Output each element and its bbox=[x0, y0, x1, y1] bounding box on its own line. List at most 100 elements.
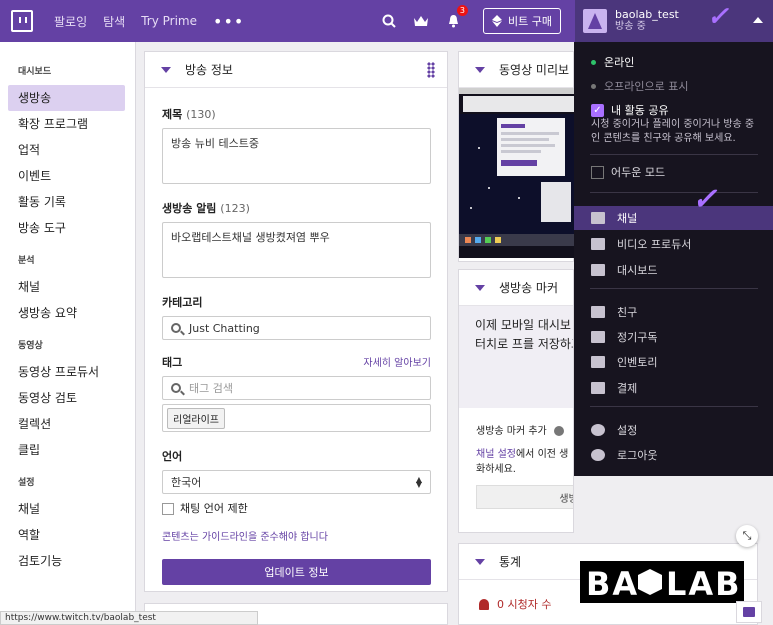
checkbox-checked-icon[interactable]: ✓ bbox=[591, 103, 604, 117]
status-offline[interactable]: 오프라인으로 표시 bbox=[591, 78, 688, 94]
menu-item-logout[interactable]: 로그아웃 bbox=[591, 447, 657, 463]
language-select[interactable]: 한국어 ▲ ▼ bbox=[162, 470, 431, 494]
search-icon[interactable] bbox=[373, 0, 405, 42]
sidebar-item-events[interactable]: 이벤트 bbox=[8, 163, 125, 189]
baolab-watermark-logo: BA LAB bbox=[580, 561, 744, 603]
crown-icon[interactable] bbox=[405, 0, 437, 42]
menu-item-video-producer[interactable]: 비디오 프로듀서 bbox=[591, 236, 691, 252]
sidebar-item-live[interactable]: 생방송 bbox=[8, 85, 125, 111]
caret-up-icon bbox=[753, 17, 763, 23]
status-online[interactable]: 온라인 bbox=[591, 54, 634, 70]
share-activity-toggle[interactable]: ✓ 내 활동 공유 bbox=[591, 102, 669, 118]
tag-search-input[interactable]: 태그 검색 bbox=[162, 376, 431, 400]
tags-label: 태그 bbox=[162, 356, 183, 369]
friends-icon bbox=[591, 306, 605, 318]
sidebar-item-clips[interactable]: 클립 bbox=[8, 437, 125, 463]
preview-header[interactable]: 동영상 미리보 bbox=[459, 52, 573, 88]
stream-info-title: 방송 정보 bbox=[185, 63, 233, 77]
sidebar-item-tools[interactable]: 방송 도구 bbox=[8, 215, 125, 241]
browser-status-url: https://www.twitch.tv/baolab_test bbox=[0, 611, 258, 625]
chat-toggle-button[interactable] bbox=[736, 601, 762, 623]
divider bbox=[590, 154, 758, 155]
channel-icon bbox=[591, 212, 605, 224]
drag-handle-icon[interactable] bbox=[427, 62, 435, 78]
user-dropdown-menu: 온라인 오프라인으로 표시 ✓ 내 활동 공유 시청 중이거나 플레이 중이거나 … bbox=[574, 42, 773, 476]
markers-header[interactable]: 생방송 마커 bbox=[459, 270, 573, 306]
viewer-person-icon bbox=[479, 598, 489, 610]
collapse-triangle-icon[interactable] bbox=[475, 558, 485, 565]
menu-item-inventory[interactable]: 인벤토리 bbox=[591, 354, 657, 370]
twitch-logo[interactable] bbox=[4, 0, 40, 42]
avatar bbox=[583, 9, 607, 33]
channel-settings-text: 에서 이전 생 bbox=[515, 449, 569, 460]
sidebar-item-extensions[interactable]: 확장 프로그램 bbox=[8, 111, 125, 137]
guideline-link[interactable]: 콘텐츠는 가이드라인을 준수해야 합니다 bbox=[162, 532, 328, 543]
get-bits-button[interactable]: 비트 구매 bbox=[483, 8, 561, 34]
sidebar-item-video-producer[interactable]: 동영상 프로듀서 bbox=[8, 359, 125, 385]
info-icon bbox=[553, 426, 564, 436]
sidebar-item-channel-analytics[interactable]: 채널 bbox=[8, 274, 125, 300]
menu-item-channel[interactable]: 채널 bbox=[591, 210, 637, 226]
channel-settings-link[interactable]: 채널 설정 bbox=[476, 449, 516, 460]
sidebar-item-collections[interactable]: 컬렉션 bbox=[8, 411, 125, 437]
title-field[interactable]: 방송 뉴비 테스트중 bbox=[162, 128, 431, 184]
more-icon[interactable]: ••• bbox=[213, 12, 244, 31]
menu-item-settings[interactable]: 설정 bbox=[591, 422, 637, 438]
tag-pill[interactable]: 리얼라이프 bbox=[167, 407, 225, 429]
expand-icon[interactable]: ⤡ bbox=[736, 525, 758, 547]
stats-title: 통계 bbox=[499, 555, 522, 569]
video-producer-icon bbox=[591, 238, 605, 250]
category-input[interactable]: Just Chatting bbox=[162, 316, 431, 340]
user-name: baolab_test bbox=[615, 8, 679, 21]
sidebar-item-activity[interactable]: 활동 기록 bbox=[8, 189, 125, 215]
gear-icon bbox=[591, 424, 605, 436]
stream-markers-card: 생방송 마커 이제 모바일 대시보 방송 마커를 이용할 다. 한 번의 터치로… bbox=[458, 269, 574, 533]
update-info-button[interactable]: 업데이트 정보 bbox=[162, 559, 431, 585]
top-nav: 팔로잉 탐색 Try Prime ••• 3 비트 구매 baolab_test… bbox=[0, 0, 773, 42]
disable-markers-button[interactable]: 생방송 마커 비활성화 bbox=[476, 485, 573, 509]
sidebar-item-achievements[interactable]: 업적 bbox=[8, 137, 125, 163]
language-value: 한국어 bbox=[171, 476, 202, 489]
chat-language-label: 채팅 언어 제한 bbox=[180, 502, 248, 515]
viewer-count: 0 시청자 수 bbox=[497, 598, 552, 611]
menu-item-dashboard[interactable]: 대시보드 bbox=[591, 262, 657, 278]
stream-info-header[interactable]: 방송 정보 bbox=[145, 52, 447, 88]
dark-mode-toggle[interactable]: 어두운 모드 bbox=[591, 164, 665, 180]
bits-label: 비트 구매 bbox=[508, 15, 552, 28]
nav-browse[interactable]: 탐색 bbox=[103, 13, 125, 30]
add-marker-label: 생방송 마커 추가 bbox=[476, 426, 547, 437]
checkbox-icon[interactable] bbox=[591, 165, 604, 179]
channel-settings-text-2: 화하세요. bbox=[476, 464, 516, 475]
share-activity-desc: 시청 중이거나 플레이 중이거나 방송 중인 콘텐츠를 친구와 공유해 보세요. bbox=[591, 119, 755, 144]
nav-following[interactable]: 팔로잉 bbox=[54, 13, 87, 30]
category-label: 카테고리 bbox=[162, 296, 203, 309]
stream-info-card: 방송 정보 제목 (130) 방송 뉴비 테스트중 생방송 알림 (123) 바… bbox=[144, 51, 448, 592]
sidebar-item-channel-settings[interactable]: 채널 bbox=[8, 496, 125, 522]
menu-item-subscriptions[interactable]: 정기구독 bbox=[591, 329, 657, 345]
notifications-bell-icon[interactable]: 3 bbox=[437, 0, 469, 42]
baolab-logo-svg: BA LAB bbox=[586, 565, 738, 599]
menu-item-payments[interactable]: 결제 bbox=[591, 380, 637, 396]
preview-title: 동영상 미리보 bbox=[499, 63, 570, 77]
collapse-triangle-icon[interactable] bbox=[161, 66, 171, 73]
chat-language-checkbox[interactable] bbox=[162, 503, 174, 515]
collapse-triangle-icon[interactable] bbox=[475, 284, 485, 291]
user-status: 방송 중 bbox=[615, 21, 646, 32]
collapse-triangle-icon[interactable] bbox=[475, 66, 485, 73]
logout-icon bbox=[591, 449, 605, 461]
menu-item-friends[interactable]: 친구 bbox=[591, 304, 637, 320]
svg-text:BA: BA bbox=[586, 565, 639, 599]
markers-info: 이제 모바일 대시보 방송 마커를 이용할 다. 한 번의 터치로 프를 저장하… bbox=[459, 306, 573, 408]
sidebar-item-stream-summary[interactable]: 생방송 요약 bbox=[8, 300, 125, 326]
user-menu-toggle[interactable]: baolab_test 방송 중 ✓ bbox=[575, 0, 773, 42]
stream-preview-image[interactable] bbox=[459, 88, 575, 258]
notification-field[interactable]: 바오랩테스트채널 생방켰져염 뿌우 bbox=[162, 222, 431, 278]
divider bbox=[590, 406, 758, 407]
sidebar-item-roles[interactable]: 역할 bbox=[8, 522, 125, 548]
learn-more-link[interactable]: 자세히 알아보기 bbox=[363, 354, 431, 370]
selected-tags: 리얼라이프 bbox=[162, 404, 431, 432]
search-icon bbox=[171, 383, 181, 393]
sidebar-item-video-review[interactable]: 동영상 검토 bbox=[8, 385, 125, 411]
sidebar-item-moderation[interactable]: 검토기능 bbox=[8, 548, 125, 574]
nav-try-prime[interactable]: Try Prime bbox=[141, 14, 197, 28]
